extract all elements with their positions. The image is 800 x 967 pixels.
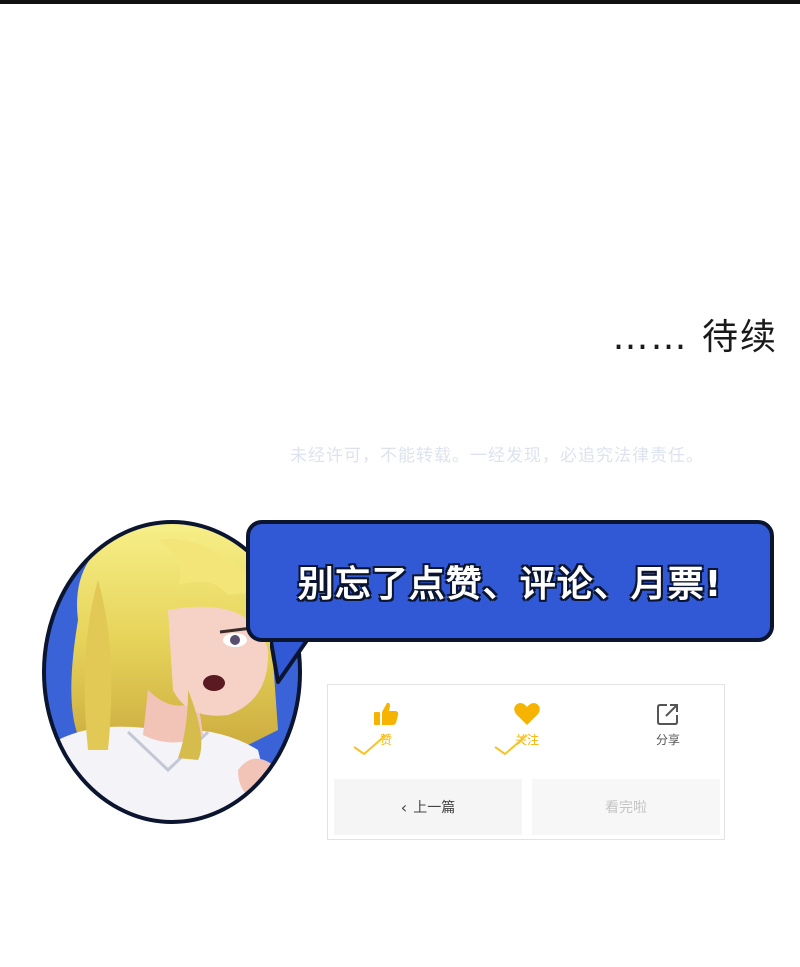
heart-icon xyxy=(514,703,540,725)
share-icon xyxy=(657,704,678,725)
chapter-nav: ‹ 上一篇 看完啦 xyxy=(334,779,720,835)
speech-bubble-text: 别忘了点赞、评论、月票! xyxy=(297,564,723,605)
like-button[interactable]: 赞 xyxy=(346,701,426,761)
interaction-panel: 赞 关注 分享 ‹ 上一篇 看完啦 xyxy=(327,684,725,840)
previous-chapter-button[interactable]: ‹ 上一篇 xyxy=(334,779,522,835)
speech-bubble: 别忘了点赞、评论、月票! xyxy=(246,520,774,642)
check-mark-icon xyxy=(353,734,387,756)
copyright-notice: 未经许可，不能转载。一经发现，必追究法律责任。 xyxy=(290,446,704,466)
top-edge-bar xyxy=(0,0,800,4)
previous-chapter-label: 上一篇 xyxy=(413,800,456,816)
action-row: 赞 关注 分享 xyxy=(328,685,724,777)
chevron-left-icon: ‹ xyxy=(400,797,408,817)
share-button[interactable]: 分享 xyxy=(628,701,708,761)
share-label: 分享 xyxy=(655,733,680,747)
follow-button[interactable]: 关注 xyxy=(487,701,567,761)
speech-bubble-tail xyxy=(270,636,312,684)
thumbs-up-icon xyxy=(374,702,399,725)
to-be-continued-text: …… 待续 xyxy=(612,317,778,358)
check-mark-icon xyxy=(494,734,528,756)
finished-button[interactable]: 看完啦 xyxy=(532,779,720,835)
finished-label: 看完啦 xyxy=(605,800,647,816)
